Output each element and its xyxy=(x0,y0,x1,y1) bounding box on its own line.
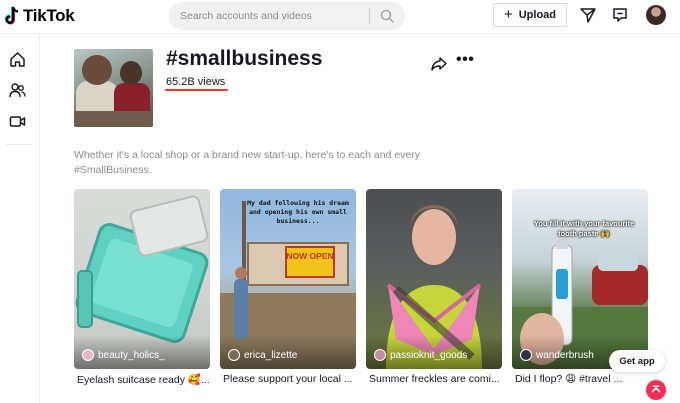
messages-button[interactable] xyxy=(578,5,598,25)
tag-title: #smallbusiness xyxy=(166,47,323,70)
video-caption[interactable]: Did I flop? 😩 #travel ... xyxy=(515,373,651,385)
author-name: wanderbrush xyxy=(536,349,594,361)
plus-icon: + xyxy=(503,6,513,23)
video-card[interactable]: You fill it with your favourite tooth pa… xyxy=(512,189,648,369)
sidebar-item-live[interactable] xyxy=(7,111,27,131)
upload-label: Upload xyxy=(518,9,557,21)
tag-description: Whether it's a local shop or a brand new… xyxy=(74,149,421,176)
brand-name: TikTok xyxy=(23,6,75,25)
sidebar-item-following[interactable] xyxy=(7,80,27,100)
arrow-up-icon xyxy=(651,385,661,393)
video-card[interactable]: beauty_holics_ xyxy=(74,189,210,369)
tiktok-logo[interactable]: TikTok xyxy=(4,5,75,27)
share-icon xyxy=(431,57,447,71)
video-card[interactable]: passioknit_goods xyxy=(366,189,502,369)
sidebar-divider xyxy=(6,144,32,145)
author-avatar xyxy=(374,349,386,361)
more-icon: ••• xyxy=(456,51,475,68)
inbox-icon xyxy=(613,8,627,22)
live-icon xyxy=(9,115,25,127)
more-options-button[interactable]: ••• xyxy=(456,51,475,71)
upload-button[interactable]: + Upload xyxy=(493,3,567,27)
video-author[interactable]: beauty_holics_ xyxy=(82,349,165,361)
search-icon xyxy=(380,9,394,23)
top-bar: TikTok + Upload xyxy=(0,0,680,34)
views-underline xyxy=(165,89,228,91)
get-app-button[interactable]: Get app xyxy=(609,350,665,372)
video-overlay-text: My dad following his dream and opening h… xyxy=(247,199,349,225)
video-caption[interactable]: Summer freckles are comi... xyxy=(369,373,505,385)
search-button[interactable] xyxy=(375,6,399,26)
inbox-button[interactable] xyxy=(610,5,630,25)
video-caption[interactable]: Please support your local ... xyxy=(223,373,359,385)
search-input[interactable] xyxy=(180,8,365,24)
now-open-sign: NOW OPEN xyxy=(286,251,334,261)
view-count: 65.2B views xyxy=(166,76,226,88)
send-icon xyxy=(580,8,596,23)
video-overlay-text: You fill it with your favourite tooth pa… xyxy=(533,219,635,238)
sidebar-item-home[interactable] xyxy=(7,49,27,69)
search-divider xyxy=(369,8,370,24)
author-avatar xyxy=(228,349,240,361)
video-caption[interactable]: Eyelash suitcase ready 🥰... xyxy=(77,373,213,386)
sidebar xyxy=(0,34,40,403)
scroll-to-top-button[interactable] xyxy=(646,380,666,400)
video-card[interactable]: My dad following his dream and opening h… xyxy=(220,189,356,369)
author-avatar xyxy=(82,349,94,361)
tag-cover-image xyxy=(74,49,153,127)
video-author[interactable]: wanderbrush xyxy=(520,349,594,361)
author-name: erica_lizette xyxy=(244,349,298,361)
author-name: beauty_holics_ xyxy=(98,349,165,361)
author-avatar xyxy=(520,349,532,361)
tiktok-note-icon xyxy=(4,6,19,25)
following-icon xyxy=(8,82,26,97)
profile-avatar[interactable] xyxy=(646,5,666,25)
video-author[interactable]: passioknit_goods xyxy=(374,349,467,361)
home-icon xyxy=(9,51,25,67)
search-bar xyxy=(169,2,405,30)
share-button[interactable] xyxy=(430,55,448,73)
video-author[interactable]: erica_lizette xyxy=(228,349,297,361)
author-name: passioknit_goods xyxy=(390,349,468,361)
